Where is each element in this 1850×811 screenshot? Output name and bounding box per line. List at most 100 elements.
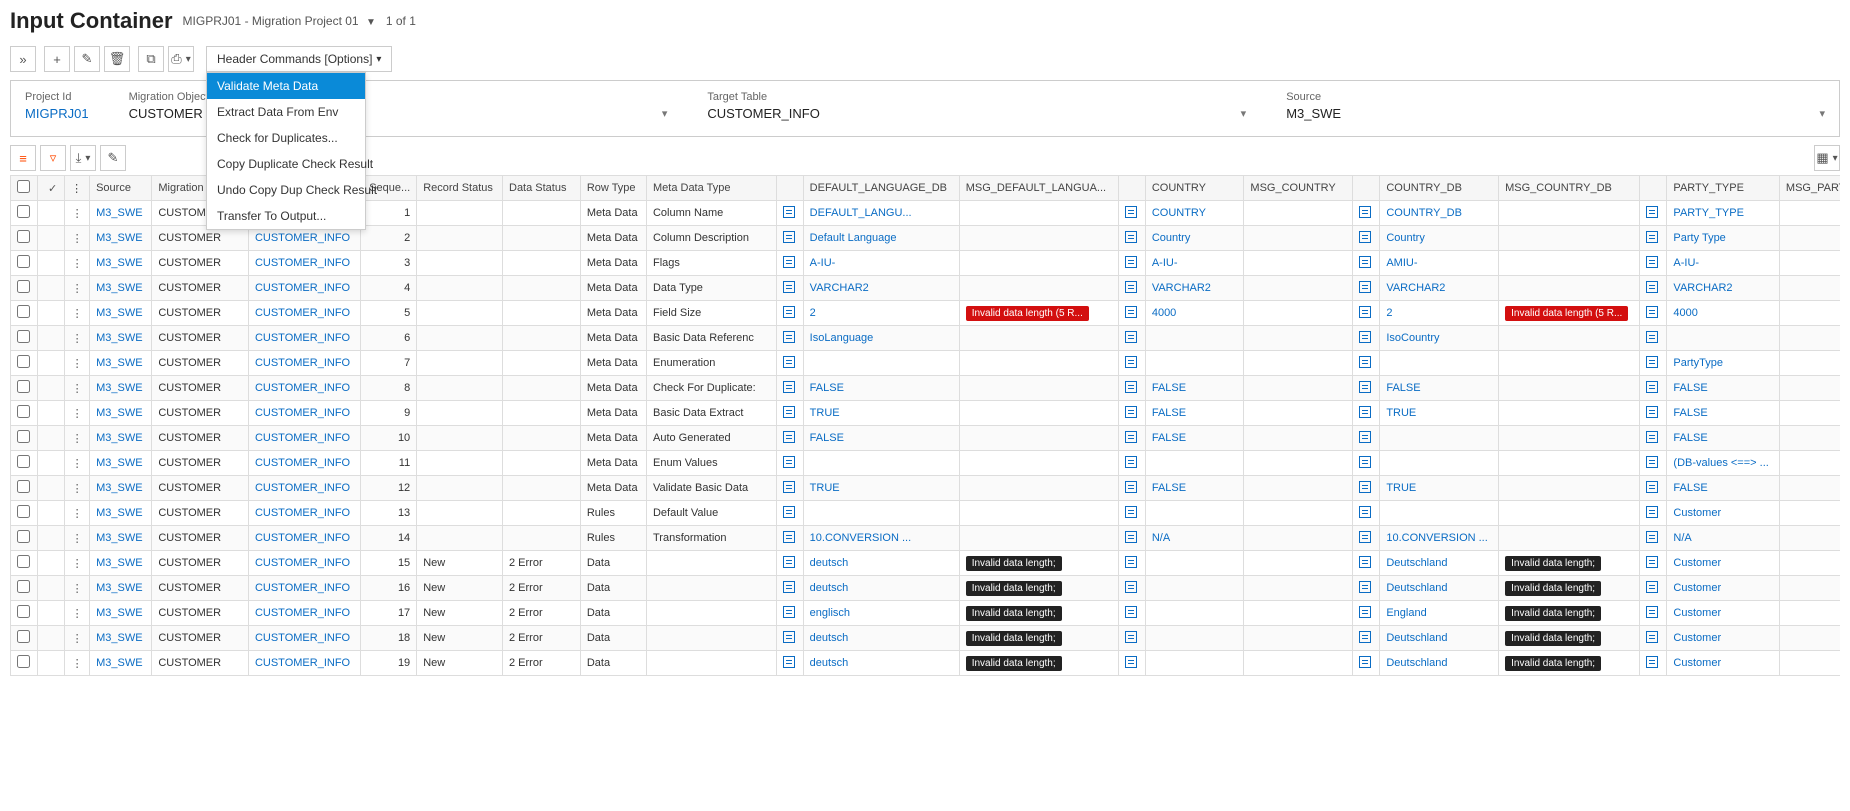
row-expand[interactable] [37,326,64,351]
document-icon[interactable] [783,281,795,293]
row-checkbox[interactable] [11,551,38,576]
target-link[interactable]: CUSTOMER_INFO [255,332,350,344]
document-icon[interactable] [783,256,795,268]
source-link[interactable]: M3_SWE [96,407,142,419]
chevron-down-icon[interactable]: ▾ [1819,107,1825,120]
document-icon[interactable] [1125,281,1137,293]
document-icon[interactable] [783,381,795,393]
dropdown-item[interactable]: Validate Meta Data [207,73,365,99]
document-icon[interactable] [1646,256,1658,268]
copy-button[interactable]: ⧉ [138,46,164,72]
document-icon[interactable] [1646,481,1658,493]
row-actions[interactable]: ⋮ [65,226,90,251]
print-button[interactable]: ⎙ ▾ [168,46,194,72]
value-link[interactable]: Customer [1673,557,1721,569]
value-link[interactable]: 4000 [1673,307,1697,319]
source-link[interactable]: M3_SWE [96,657,142,669]
source-link[interactable]: M3_SWE [96,532,142,544]
document-icon[interactable] [1646,556,1658,568]
row-actions[interactable]: ⋮ [65,476,90,501]
document-icon[interactable] [1125,356,1137,368]
dropdown-item[interactable]: Copy Duplicate Check Result [207,151,365,177]
document-icon[interactable] [783,531,795,543]
target-link[interactable]: CUSTOMER_INFO [255,632,350,644]
dropdown-item[interactable]: Undo Copy Dup Check Result [207,177,365,203]
row-checkbox[interactable] [11,626,38,651]
target-link[interactable]: CUSTOMER_INFO [255,232,350,244]
document-icon[interactable] [1646,531,1658,543]
grid-settings-button[interactable]: ▦ ▾ [1814,145,1840,171]
document-icon[interactable] [1359,281,1371,293]
value-link[interactable]: Customer [1673,582,1721,594]
value-link[interactable]: FALSE [1386,382,1420,394]
row-actions[interactable]: ⋮ [65,351,90,376]
document-icon[interactable] [1646,281,1658,293]
col-msg-party-type[interactable]: MSG_PARTY_TYPE [1779,176,1840,201]
document-icon[interactable] [1359,406,1371,418]
value-link[interactable]: TRUE [810,482,840,494]
value-link[interactable]: England [1386,607,1426,619]
source-link[interactable]: M3_SWE [96,382,142,394]
source-link[interactable]: M3_SWE [96,457,142,469]
value-link[interactable]: N/A [1673,532,1691,544]
value-link[interactable]: PARTY_TYPE [1673,207,1744,219]
value-link[interactable]: A-IU- [1673,257,1699,269]
value-link[interactable]: Customer [1673,632,1721,644]
add-button[interactable]: + [44,46,70,72]
row-actions[interactable]: ⋮ [65,551,90,576]
document-icon[interactable] [1646,331,1658,343]
document-icon[interactable] [1359,631,1371,643]
target-link[interactable]: CUSTOMER_INFO [255,607,350,619]
value-link[interactable]: FALSE [1152,432,1186,444]
value-link[interactable]: COUNTRY_DB [1386,207,1462,219]
row-actions[interactable]: ⋮ [65,326,90,351]
row-expand[interactable] [37,526,64,551]
source-link[interactable]: M3_SWE [96,557,142,569]
document-icon[interactable] [783,206,795,218]
document-icon[interactable] [783,306,795,318]
row-checkbox[interactable] [11,576,38,601]
list-view-button[interactable]: ≡ [10,145,36,171]
value-link[interactable]: FALSE [1673,382,1707,394]
document-icon[interactable] [1646,206,1658,218]
target-link[interactable]: CUSTOMER_INFO [255,432,350,444]
source-link[interactable]: M3_SWE [96,232,142,244]
document-icon[interactable] [1359,531,1371,543]
dropdown-item[interactable]: Check for Duplicates... [207,125,365,151]
document-icon[interactable] [783,356,795,368]
value-link[interactable]: VARCHAR2 [1152,282,1211,294]
document-icon[interactable] [1125,606,1137,618]
value-link[interactable]: deutsch [810,557,849,569]
row-checkbox[interactable] [11,201,38,226]
document-icon[interactable] [1646,606,1658,618]
document-icon[interactable] [1125,481,1137,493]
source-link[interactable]: M3_SWE [96,432,142,444]
col-msg-country-db[interactable]: MSG_COUNTRY_DB [1499,176,1640,201]
document-icon[interactable] [1359,456,1371,468]
col-msg-country[interactable]: MSG_COUNTRY [1244,176,1353,201]
col-default-language-db[interactable]: DEFAULT_LANGUAGE_DB [803,176,959,201]
header-expand[interactable] [37,176,64,201]
value-link[interactable]: Party Type [1673,232,1725,244]
document-icon[interactable] [1359,556,1371,568]
document-icon[interactable] [1359,431,1371,443]
target-link[interactable]: CUSTOMER_INFO [255,582,350,594]
value-link[interactable]: VARCHAR2 [1673,282,1732,294]
value-link[interactable]: VARCHAR2 [1386,282,1445,294]
source-link[interactable]: M3_SWE [96,482,142,494]
col-country[interactable]: COUNTRY [1145,176,1244,201]
document-icon[interactable] [783,606,795,618]
document-icon[interactable] [783,631,795,643]
value-link[interactable]: FALSE [1152,382,1186,394]
row-actions[interactable]: ⋮ [65,276,90,301]
document-icon[interactable] [1125,581,1137,593]
document-icon[interactable] [1125,631,1137,643]
document-icon[interactable] [1125,206,1137,218]
row-checkbox[interactable] [11,351,38,376]
value-link[interactable]: TRUE [1386,407,1416,419]
source-link[interactable]: M3_SWE [96,282,142,294]
row-expand[interactable] [37,601,64,626]
row-actions[interactable]: ⋮ [65,576,90,601]
target-link[interactable]: CUSTOMER_INFO [255,657,350,669]
document-icon[interactable] [1125,506,1137,518]
